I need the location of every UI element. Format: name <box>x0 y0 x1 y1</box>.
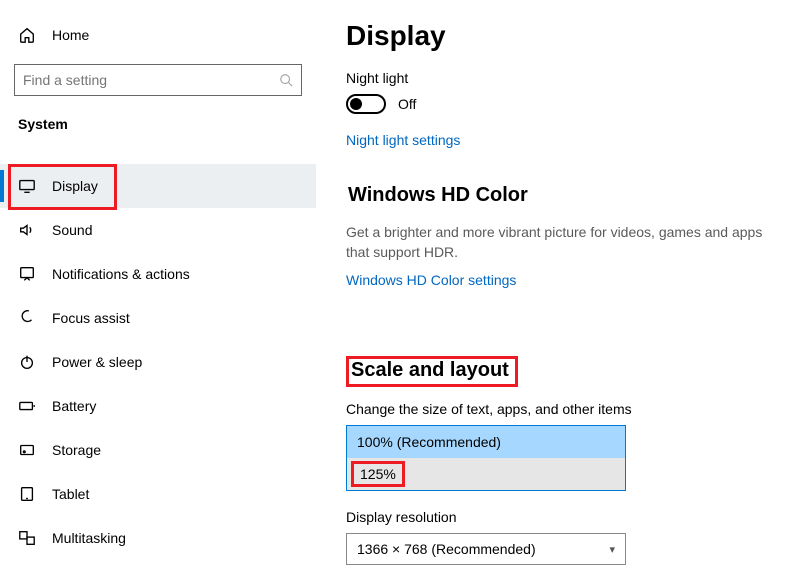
sidebar-item-label: Sound <box>52 222 92 238</box>
display-icon <box>18 177 36 195</box>
page-title: Display <box>346 20 794 52</box>
home-label: Home <box>52 27 89 43</box>
hd-color-settings-link[interactable]: Windows HD Color settings <box>346 272 794 288</box>
scale-layout-heading: Scale and layout <box>346 356 518 387</box>
night-light-state: Off <box>398 96 416 112</box>
hd-color-heading: Windows HD Color <box>346 184 534 209</box>
annotation-highlight-125: 125% <box>351 461 405 487</box>
sidebar-item-label: Storage <box>52 442 101 458</box>
battery-icon <box>18 397 36 415</box>
night-light-row: Off <box>346 94 794 114</box>
scale-option-100[interactable]: 100% (Recommended) <box>347 426 625 458</box>
tablet-icon <box>18 485 36 503</box>
sidebar-item-notifications[interactable]: Notifications & actions <box>0 252 316 296</box>
chevron-down-icon: ▾ <box>609 543 615 556</box>
sidebar-section-title: System <box>0 116 316 132</box>
sidebar-item-label: Tablet <box>52 486 89 502</box>
night-light-label: Night light <box>346 70 794 86</box>
sidebar-item-battery[interactable]: Battery <box>0 384 316 428</box>
sidebar-item-display[interactable]: Display <box>0 164 316 208</box>
sidebar-item-label: Display <box>52 178 98 194</box>
sound-icon <box>18 221 36 239</box>
sidebar-item-tablet[interactable]: Tablet <box>0 472 316 516</box>
sidebar-item-sound[interactable]: Sound <box>0 208 316 252</box>
sidebar-item-label: Multitasking <box>52 530 126 546</box>
night-light-settings-link[interactable]: Night light settings <box>346 132 794 148</box>
resolution-label: Display resolution <box>346 509 794 525</box>
sidebar-item-storage[interactable]: Storage <box>0 428 316 472</box>
search-container <box>14 64 302 96</box>
sidebar-item-label: Battery <box>52 398 96 414</box>
settings-sidebar: Home System Display Sound Notifications … <box>0 0 316 582</box>
option-label: 100% (Recommended) <box>357 434 501 450</box>
storage-icon <box>18 441 36 459</box>
home-nav[interactable]: Home <box>0 22 316 48</box>
notifications-icon <box>18 265 36 283</box>
focus-assist-icon <box>18 309 36 327</box>
sidebar-item-multitasking[interactable]: Multitasking <box>0 516 316 560</box>
multitasking-icon <box>18 529 36 547</box>
sidebar-item-label: Focus assist <box>52 310 130 326</box>
resolution-select[interactable]: 1366 × 768 (Recommended) ▾ <box>346 533 626 565</box>
hd-color-desc: Get a brighter and more vibrant picture … <box>346 223 776 262</box>
option-label: 125% <box>360 466 396 482</box>
sidebar-item-power-sleep[interactable]: Power & sleep <box>0 340 316 384</box>
resolution-value: 1366 × 768 (Recommended) <box>357 541 536 557</box>
search-box[interactable] <box>14 64 302 96</box>
sidebar-item-label: Notifications & actions <box>52 266 190 282</box>
search-icon <box>279 73 293 87</box>
sidebar-item-label: Power & sleep <box>52 354 142 370</box>
search-input[interactable] <box>23 72 279 88</box>
scale-option-125[interactable]: 125% <box>347 458 625 490</box>
settings-main: Display Night light Off Night light sett… <box>316 0 794 582</box>
power-icon <box>18 353 36 371</box>
home-icon <box>18 26 36 44</box>
change-size-label: Change the size of text, apps, and other… <box>346 401 794 417</box>
toggle-knob <box>350 98 362 110</box>
scale-dropdown-open[interactable]: 100% (Recommended) 125% <box>346 425 626 491</box>
sidebar-item-focus-assist[interactable]: Focus assist <box>0 296 316 340</box>
night-light-toggle[interactable] <box>346 94 386 114</box>
